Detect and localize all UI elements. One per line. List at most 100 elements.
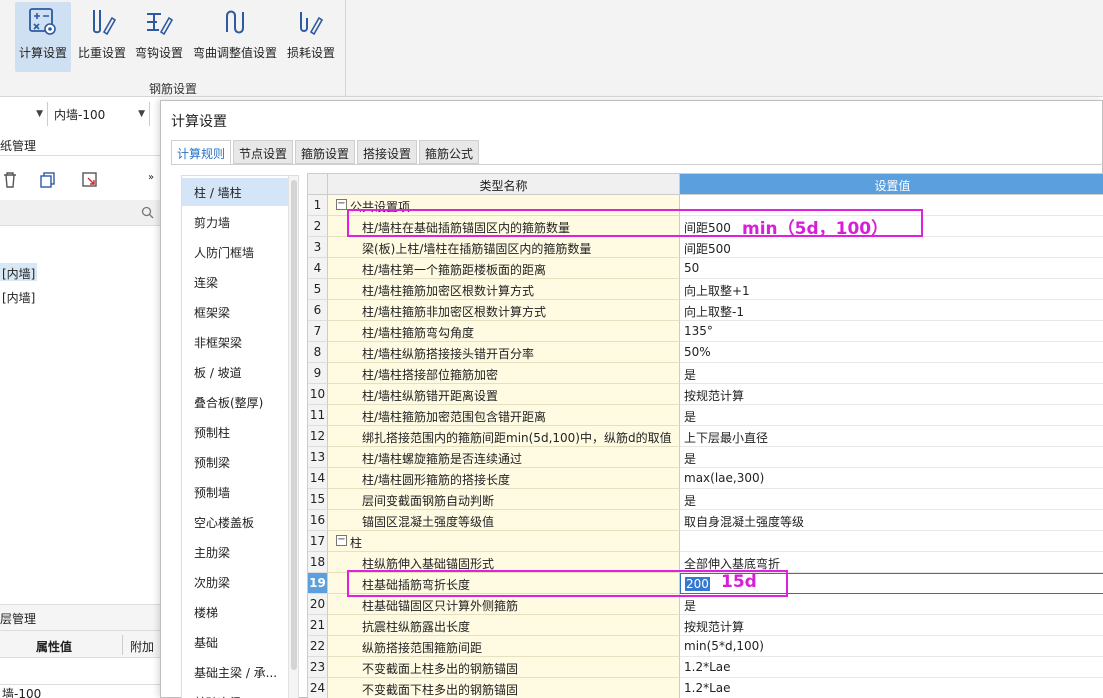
hook-settings-button[interactable]: 弯钩设置 [133,2,185,72]
table-row[interactable]: 4 柱/墙柱第一个箍筋距楼板面的距离 50 [308,258,1103,279]
table-row[interactable]: 23 不变截面上柱多出的钢筋锚固 1.2*Lae [308,657,1103,678]
setting-value[interactable]: 1.2*Lae [680,678,1103,698]
category-item[interactable]: 预制柱 [182,418,288,446]
category-item[interactable]: 预制梁 [182,448,288,476]
list-item[interactable]: [内墙] [0,287,37,305]
table-row[interactable]: 21 抗震柱纵筋露出长度 按规范计算 [308,615,1103,636]
setting-value-text: 50 [684,261,700,275]
setting-value[interactable]: 是 [680,363,1103,384]
collapse-icon[interactable]: − [336,535,347,546]
row-number: 1 [308,195,328,216]
category-item[interactable]: 预制墙 [182,478,288,506]
setting-value[interactable]: 向上取整-1 [680,300,1103,321]
setting-name-text: 不变截面下柱多出的钢筋锚固 [362,683,519,697]
tab-node-settings[interactable]: 节点设置 [233,140,293,164]
table-row[interactable]: 20 柱基础锚固区只计算外侧箍筋 是 [308,594,1103,615]
category-item[interactable]: 剪力墙 [182,208,288,236]
category-item[interactable]: 基础 [182,628,288,656]
floor-combo[interactable]: ▼ [0,102,48,126]
setting-value[interactable]: 是 [680,594,1103,615]
col-extra: 附加 [130,640,155,654]
setting-name-text: 纵筋搭接范围箍筋间距 [362,641,483,655]
table-row[interactable]: 7 柱/墙柱箍筋弯勾角度 135° [308,321,1103,342]
table-row[interactable]: 10 柱/墙柱纵筋错开距离设置 按规范计算 [308,384,1103,405]
setting-value[interactable]: 是 [680,489,1103,510]
row-number: 9 [308,363,328,384]
table-row[interactable]: 13 柱/墙柱螺旋箍筋是否连续通过 是 [308,447,1103,468]
category-item[interactable]: 板 / 坡道 [182,358,288,386]
export-icon[interactable] [80,170,100,190]
table-row[interactable]: 8 柱/墙柱纵筋搭接接头错开百分率 50% [308,342,1103,363]
category-item[interactable]: 叠合板(整厚) [182,388,288,416]
setting-value-text: 上下层最小直径 [684,431,769,445]
category-item[interactable]: 空心楼盖板 [182,508,288,536]
category-item[interactable]: 楼梯 [182,598,288,626]
category-item[interactable]: 柱 / 墙柱 [182,178,288,206]
setting-value[interactable]: 是 [680,447,1103,468]
collapse-icon[interactable]: − [336,199,347,210]
trash-icon[interactable] [0,170,20,190]
setting-value[interactable]: min(5*d,100) [680,636,1103,657]
calc-settings-label: 计算设置 [18,46,67,60]
table-row[interactable]: 5 柱/墙柱箍筋加密区根数计算方式 向上取整+1 [308,279,1103,300]
category-item[interactable]: 人防门框墙 [182,238,288,266]
layer-management-header: 层管理 [0,604,160,630]
table-row[interactable]: 6 柱/墙柱箍筋非加密区根数计算方式 向上取整-1 [308,300,1103,321]
tab-lap-settings[interactable]: 搭接设置 [357,140,417,164]
setting-value[interactable]: 135° [680,321,1103,342]
setting-value[interactable]: 按规范计算 [680,384,1103,405]
setting-value[interactable]: max(lae,300) [680,468,1103,489]
weight-settings-button[interactable]: 比重设置 [77,2,127,72]
table-row[interactable]: 24 不变截面下柱多出的钢筋锚固 1.2*Lae [308,678,1103,698]
row-number: 19 [308,573,328,594]
category-item[interactable]: 基础次梁 [182,688,288,698]
setting-value[interactable]: 间距500 [680,237,1103,258]
table-row[interactable]: 3 梁(板)上柱/墙柱在插筋锚固区内的箍筋数量 间距500 [308,237,1103,258]
table-row[interactable]: 14 柱/墙柱圆形箍筋的搭接长度 max(lae,300) [308,468,1103,489]
setting-value[interactable]: 按规范计算 [680,615,1103,636]
setting-value[interactable]: 上下层最小直径 [680,426,1103,447]
table-row[interactable]: 11 柱/墙柱箍筋加密范围包含错开距离 是 [308,405,1103,426]
setting-value-text: 向上取整+1 [684,284,750,298]
row-number: 7 [308,321,328,342]
setting-value[interactable] [680,531,1103,552]
category-scrollbar[interactable] [288,176,298,698]
component-combo[interactable]: 内墙-100 ▼ [50,102,150,126]
category-item[interactable]: 主肋梁 [182,538,288,566]
table-row[interactable]: 12 绑扎搭接范围内的箍筋间距min(5d,100)中，纵筋d的取值 上下层最小直径 [308,426,1103,447]
setting-value[interactable]: 50 [680,258,1103,279]
setting-name-text: 柱纵筋伸入基础锚固形式 [362,557,495,571]
property-value[interactable]: 墙-100 [0,684,160,698]
table-row[interactable]: 16 锚固区混凝土强度等级值 取自身混凝土强度等级 [308,510,1103,531]
tab-stirrup-formula[interactable]: 箍筋公式 [419,140,479,164]
table-row[interactable]: 17− 柱 [308,531,1103,552]
scrollbar-thumb[interactable] [291,180,297,670]
setting-value[interactable]: 1.2*Lae [680,657,1103,678]
bend-adjust-label: 弯曲调整值设置 [192,46,277,60]
category-item[interactable]: 框架梁 [182,298,288,326]
category-item[interactable]: 次肋梁 [182,568,288,596]
category-item[interactable]: 连梁 [182,268,288,296]
loss-settings-button[interactable]: 损耗设置 [285,2,337,72]
settings-grid: 类型名称 设置值 1− 公共设置项 2 柱/墙柱在基础插筋锚固区内的箍筋数量 间距500… [307,173,1103,698]
category-item[interactable]: 非框架梁 [182,328,288,356]
category-item[interactable]: 基础主梁 / 承... [182,658,288,686]
more-icon[interactable]: » [148,172,154,183]
setting-value[interactable]: 50% [680,342,1103,363]
calc-settings-button[interactable]: 计算设置 [15,2,71,72]
setting-name-text: 柱/墙柱圆形箍筋的搭接长度 [362,473,511,487]
table-row[interactable]: 22 纵筋搭接范围箍筋间距 min(5*d,100) [308,636,1103,657]
tab-calc-rules[interactable]: 计算规则 [171,140,231,165]
tab-stirrup-settings[interactable]: 箍筋设置 [295,140,355,164]
grid-header: 类型名称 设置值 [308,174,1103,195]
table-row[interactable]: 15 层间变截面钢筋自动判断 是 [308,489,1103,510]
copy-icon[interactable] [38,170,58,190]
table-row[interactable]: 9 柱/墙柱搭接部位箍筋加密 是 [308,363,1103,384]
list-item[interactable]: [内墙] [0,263,38,281]
search-icon[interactable] [141,206,154,219]
drawing-search[interactable] [0,200,160,226]
setting-value[interactable]: 是 [680,405,1103,426]
bend-adjust-button[interactable]: 弯曲调整值设置 [191,2,279,72]
setting-value[interactable]: 取自身混凝土强度等级 [680,510,1103,531]
setting-value[interactable]: 向上取整+1 [680,279,1103,300]
